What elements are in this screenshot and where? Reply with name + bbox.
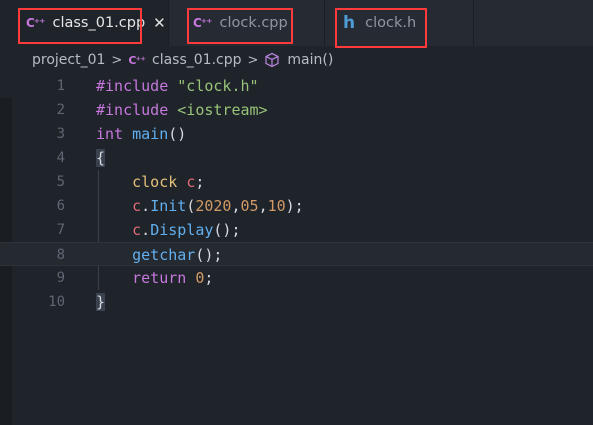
code-line[interactable]: 5 clock c; [0,170,593,194]
code-line[interactable]: 7 c.Display(); [0,218,593,242]
code-token: () [168,125,187,143]
code-line[interactable]: 2 #include <iostream> [0,98,593,122]
code-text: clock c; [96,170,204,194]
code-token: ( [186,197,196,215]
line-number: 4 [56,150,65,166]
chevron-right-icon: > [247,52,259,68]
code-token: (); [213,221,241,239]
code-token: c [132,197,142,215]
code-token: 05 [240,197,259,215]
code-line[interactable]: 10} [0,290,593,314]
close-icon[interactable]: ✕ [153,14,166,32]
code-text: } [96,290,106,314]
code-token: (); [195,246,223,264]
code-token: <iostream> [177,101,268,119]
code-token: #include [96,77,178,95]
line-number: 6 [56,198,65,214]
line-number: 2 [56,102,65,118]
code-token: , [231,197,241,215]
code-text: getchar(); [96,243,222,267]
code-text: #include "clock.h" [96,74,259,98]
breadcrumb-symbol[interactable]: main() [264,52,333,68]
code-token: . [141,221,151,239]
code-token: . [141,197,151,215]
code-token: int [96,125,133,143]
cpp-file-icon: C⁺⁺ [128,53,146,67]
line-number: 9 [56,270,65,286]
code-token: clock [132,173,187,191]
code-text: c.Display(); [96,218,241,242]
code-token: ; [204,269,214,287]
code-token: getchar [132,246,196,264]
code-token: c [186,173,196,191]
code-token: , [258,197,268,215]
code-token: return [132,269,196,287]
highlight-box [335,8,427,48]
chevron-right-icon: > [111,52,123,68]
line-number: 1 [56,78,65,94]
line-number: 3 [56,126,65,142]
line-number: 7 [56,222,65,238]
code-token: ; [195,173,205,191]
code-line[interactable]: 8 getchar(); [0,242,593,266]
code-text: int main() [96,122,186,146]
code-token: Init [150,197,187,215]
breadcrumb-file[interactable]: C⁺⁺ class_01.cpp [128,52,241,68]
line-number: 5 [56,174,65,190]
code-token: } [96,293,106,311]
line-number: 8 [56,247,65,263]
code-text: return 0; [96,266,213,290]
code-token: ); [285,197,304,215]
code-line[interactable]: 6 c.Init(2020,05,10); [0,194,593,218]
code-token: { [96,149,106,167]
code-token: c [132,221,142,239]
code-token: "clock.h" [177,77,259,95]
tab-class-01-cpp[interactable]: C⁺⁺ class_01.cpp ✕ [0,0,168,46]
code-token: #include [96,101,178,119]
tab-separator [473,0,474,46]
tab-clock-h[interactable]: h clock.h [325,0,473,48]
tab-bar: C⁺⁺ class_01.cpp ✕ C⁺⁺ clock.cpp h clock… [0,0,593,48]
code-line[interactable]: 9 return 0; [0,266,593,290]
code-line[interactable]: 4{ [0,146,593,170]
code-text: { [96,146,106,170]
breadcrumb: project_01 > C⁺⁺ class_01.cpp > main() [0,46,593,74]
code-token: 2020 [195,197,232,215]
tab-clock-cpp[interactable]: C⁺⁺ clock.cpp [169,0,324,46]
breadcrumb-file-label: class_01.cpp [152,52,242,68]
code-line[interactable]: 3 int main() [0,122,593,146]
highlight-box [18,8,142,44]
code-token: Display [150,221,214,239]
code-line[interactable]: 1 #include "clock.h" [0,74,593,98]
highlight-box [187,8,293,44]
breadcrumb-symbol-label: main() [287,52,334,68]
code-editor[interactable]: 1 #include "clock.h" 2 #include <iostream> 3… [0,74,593,425]
line-number: 10 [48,294,65,310]
code-token: 10 [267,197,286,215]
code-text: #include <iostream> [96,98,268,122]
code-text: c.Init(2020,05,10); [96,194,304,218]
code-token: main [132,125,169,143]
cube-icon [265,52,280,68]
breadcrumb-folder[interactable]: project_01 [32,52,105,68]
